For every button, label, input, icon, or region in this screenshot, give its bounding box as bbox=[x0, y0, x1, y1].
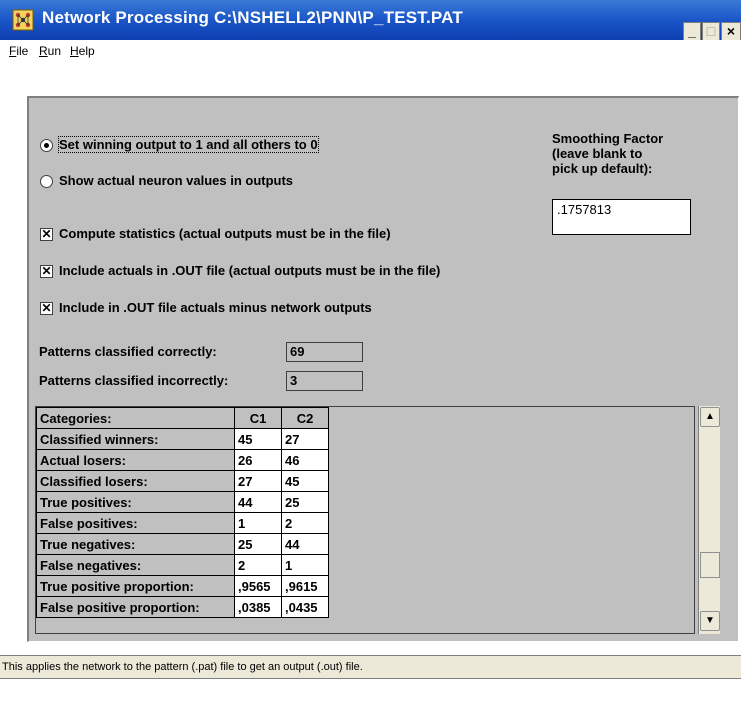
smoothing-factor-label: Smoothing Factor (leave blank to pick up… bbox=[552, 131, 663, 176]
table-row: False negatives: 2 1 bbox=[36, 554, 329, 576]
table-cell[interactable]: 27 bbox=[281, 428, 329, 450]
table-cell[interactable]: ,0435 bbox=[281, 596, 329, 618]
incorrect-count-value: 3 bbox=[286, 371, 363, 391]
checkbox-include-actuals[interactable]: ✕ bbox=[40, 265, 53, 278]
close-button[interactable]: × bbox=[721, 22, 741, 41]
table-header-cell[interactable]: C1 bbox=[234, 407, 282, 429]
smoothing-label-line2: (leave blank to bbox=[552, 146, 643, 161]
statistics-table: Categories: C1 C2 Classified winners: 45 27 Ac… bbox=[36, 407, 329, 618]
vertical-scrollbar[interactable]: ▲ ▼ bbox=[698, 406, 720, 634]
table-cell[interactable]: 2 bbox=[281, 512, 329, 534]
radio-winning-output[interactable] bbox=[40, 139, 53, 152]
window-title: Network Processing C:\NSHELL2\PNN\P_TEST… bbox=[42, 8, 463, 27]
menu-help[interactable]: Help bbox=[70, 44, 95, 58]
compute-statistics-label[interactable]: Compute statistics (actual outputs must … bbox=[59, 226, 391, 241]
table-header-row: Categories: C1 C2 bbox=[36, 407, 329, 429]
table-cell[interactable]: 45 bbox=[234, 428, 282, 450]
smoothing-label-line3: pick up default): bbox=[552, 161, 653, 176]
table-row: Classified losers: 27 45 bbox=[36, 470, 329, 492]
radio-winning-label[interactable]: Set winning output to 1 and all others t… bbox=[58, 136, 319, 153]
table-row-label: Actual losers: bbox=[36, 449, 235, 471]
table-row-label: True positives: bbox=[36, 491, 235, 513]
scroll-down-icon[interactable]: ▼ bbox=[700, 611, 720, 631]
radio-actual-label[interactable]: Show actual neuron values in outputs bbox=[59, 173, 293, 188]
maximize-button[interactable]: □ bbox=[702, 22, 720, 41]
status-bar: This applies the network to the pattern … bbox=[0, 655, 741, 679]
table-header-cell[interactable]: C2 bbox=[281, 407, 329, 429]
table-cell[interactable]: 46 bbox=[281, 449, 329, 471]
table-cell[interactable]: 45 bbox=[281, 470, 329, 492]
table-cell[interactable]: 2 bbox=[234, 554, 282, 576]
table-cell[interactable]: ,9615 bbox=[281, 575, 329, 597]
minimize-button[interactable]: _ bbox=[683, 22, 701, 41]
table-row-label: False positives: bbox=[36, 512, 235, 534]
table-row: False positive proportion: ,0385,0435 bbox=[36, 596, 329, 618]
table-cell[interactable]: 26 bbox=[234, 449, 282, 471]
table-row: True positives: 44 25 bbox=[36, 491, 329, 513]
table-row: False positives: 1 2 bbox=[36, 512, 329, 534]
table-row-label: True positive proportion: bbox=[36, 575, 235, 597]
actuals-minus-outputs-label[interactable]: Include in .OUT file actuals minus netwo… bbox=[59, 300, 372, 315]
smoothing-factor-input[interactable]: .1757813 bbox=[552, 199, 691, 235]
table-cell[interactable]: ,9565 bbox=[234, 575, 282, 597]
table-header-label: Categories: bbox=[36, 407, 235, 429]
checkbox-compute-statistics[interactable]: ✕ bbox=[40, 228, 53, 241]
table-row-label: True negatives: bbox=[36, 533, 235, 555]
scroll-thumb[interactable] bbox=[700, 552, 720, 578]
table-row-label: Classified losers: bbox=[36, 470, 235, 492]
table-row: Classified winners: 45 27 bbox=[36, 428, 329, 450]
menu-file[interactable]: File bbox=[9, 44, 28, 58]
table-cell[interactable]: 1 bbox=[234, 512, 282, 534]
title-bar: Network Processing C:\NSHELL2\PNN\P_TEST… bbox=[0, 0, 741, 41]
table-row: True positive proportion: ,9565,9615 bbox=[36, 575, 329, 597]
include-actuals-label[interactable]: Include actuals in .OUT file (actual out… bbox=[59, 263, 440, 278]
incorrect-count-label: Patterns classified incorrectly: bbox=[39, 373, 229, 388]
network-app-icon bbox=[12, 9, 34, 31]
options-panel: Set winning output to 1 and all others t… bbox=[27, 96, 739, 642]
menu-bar: File Run Help bbox=[0, 40, 741, 64]
table-row-label: False positive proportion: bbox=[36, 596, 235, 618]
correct-count-value: 69 bbox=[286, 342, 363, 362]
correct-count-label: Patterns classified correctly: bbox=[39, 344, 217, 359]
statistics-grid[interactable]: Categories: C1 C2 Classified winners: 45 27 Ac… bbox=[35, 406, 695, 634]
table-row-label: False negatives: bbox=[36, 554, 235, 576]
scroll-up-icon[interactable]: ▲ bbox=[700, 407, 720, 427]
checkbox-actuals-minus-outputs[interactable]: ✕ bbox=[40, 302, 53, 315]
table-cell[interactable]: 25 bbox=[234, 533, 282, 555]
table-cell[interactable]: 25 bbox=[281, 491, 329, 513]
table-cell[interactable]: 44 bbox=[234, 491, 282, 513]
table-cell[interactable]: 1 bbox=[281, 554, 329, 576]
table-cell[interactable]: 44 bbox=[281, 533, 329, 555]
table-row-label: Classified winners: bbox=[36, 428, 235, 450]
menu-run[interactable]: Run bbox=[39, 44, 61, 58]
table-cell[interactable]: 27 bbox=[234, 470, 282, 492]
smoothing-label-line1: Smoothing Factor bbox=[552, 131, 664, 146]
table-row: True negatives: 25 44 bbox=[36, 533, 329, 555]
radio-actual-values[interactable] bbox=[40, 175, 53, 188]
table-cell[interactable]: ,0385 bbox=[234, 596, 282, 618]
table-row: Actual losers: 26 46 bbox=[36, 449, 329, 471]
